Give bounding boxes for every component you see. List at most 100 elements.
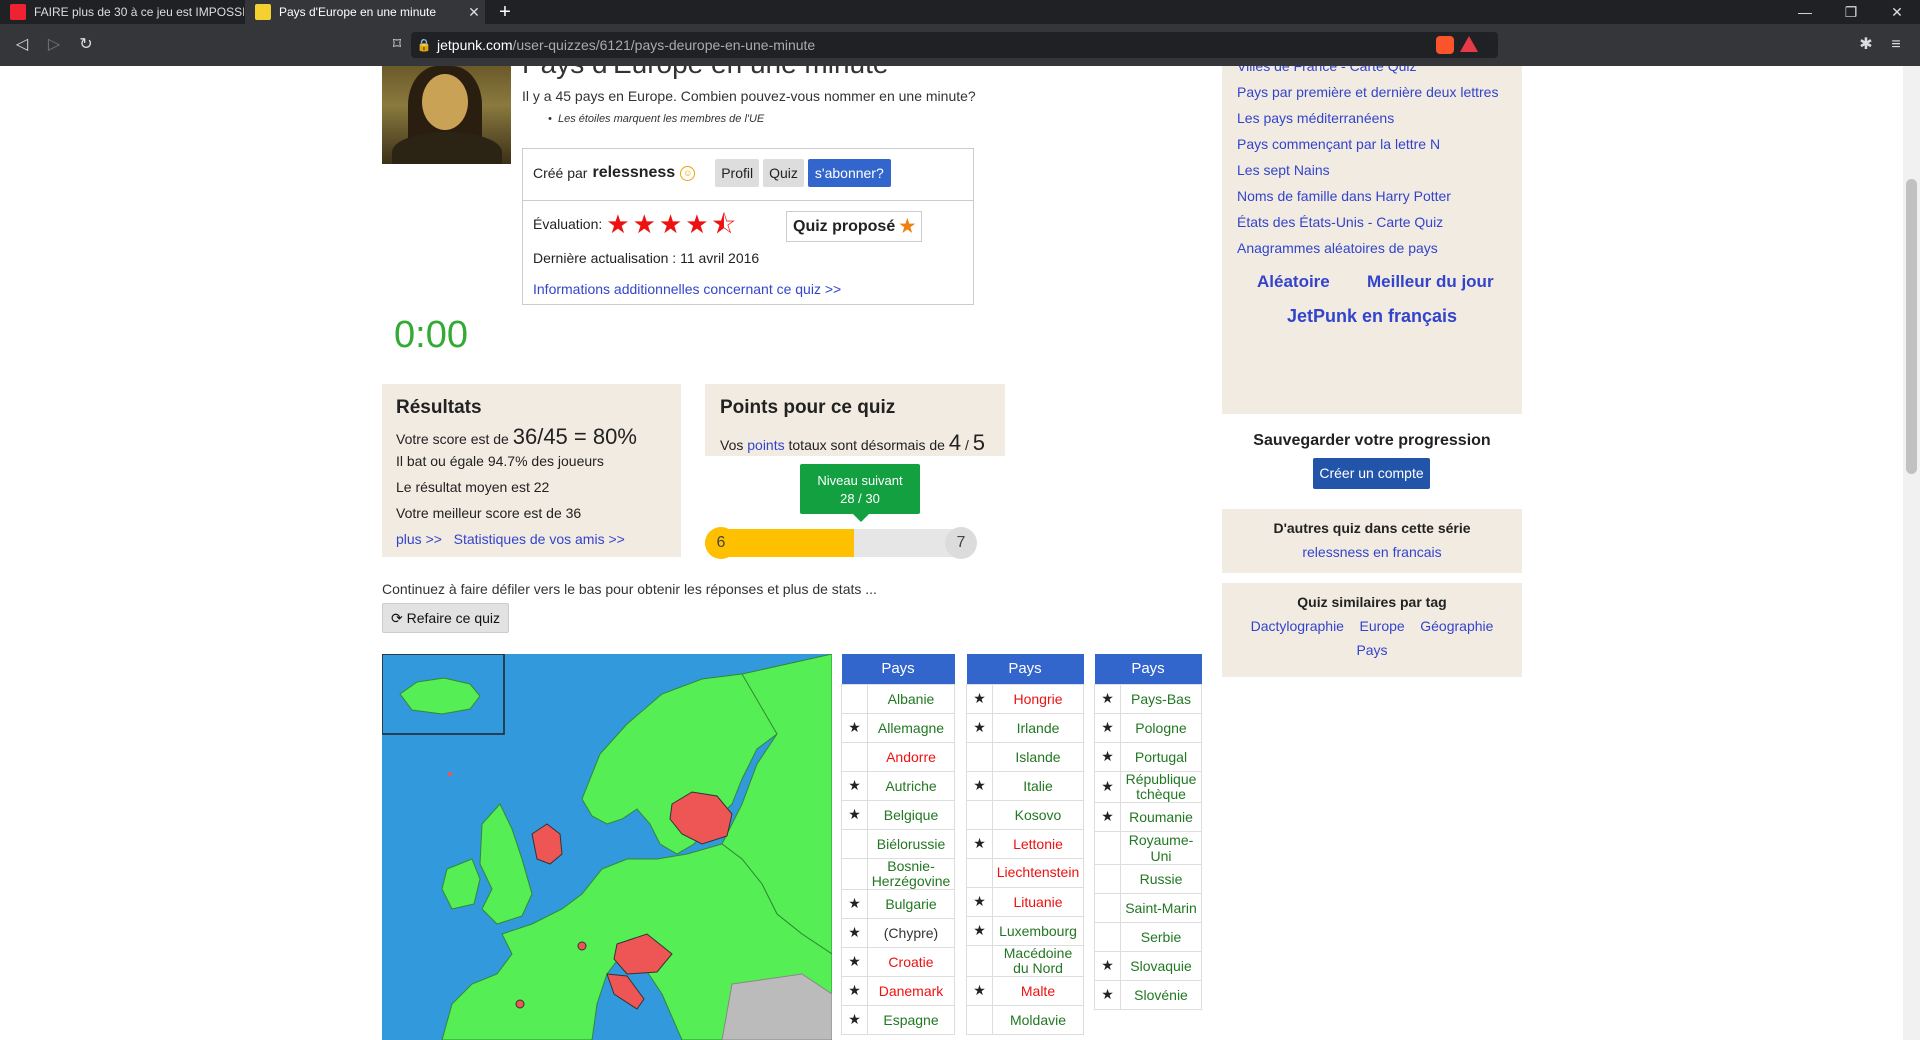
empty-cell	[1094, 863, 1121, 894]
address-bar[interactable]: 🔒 jetpunk.com /user-quizzes/6121/pays-de…	[411, 32, 1498, 58]
sidebar-link[interactable]: Les pays méditerranéens	[1237, 110, 1394, 126]
tag-link[interactable]: Europe	[1360, 618, 1405, 634]
empty-cell	[966, 799, 993, 830]
empty-cell	[841, 683, 868, 714]
table-row: ★ Portugal	[1094, 741, 1202, 772]
extensions-icon[interactable]: ✱	[1854, 33, 1878, 57]
star-icon[interactable]: ★	[659, 211, 682, 237]
eu-star-icon: ★	[841, 1004, 868, 1035]
sidebar-link[interactable]: Pays commençant par la lettre N	[1237, 136, 1440, 152]
close-tab-icon[interactable]: ✕	[463, 4, 485, 21]
empty-cell	[1094, 921, 1121, 952]
points-link[interactable]: points	[747, 437, 784, 453]
country-answer: Royaume-Uni	[1120, 830, 1202, 865]
jetpunk-favicon-icon	[255, 4, 271, 20]
points-value: 4	[948, 430, 962, 455]
country-answer: Irlande	[992, 712, 1084, 743]
table-row: ★ Belgique	[841, 799, 955, 830]
smiley-icon: ☺	[680, 165, 696, 181]
table-row: Royaume-Uni	[1094, 830, 1202, 865]
eu-star-icon: ★	[841, 770, 868, 801]
current-level: 6	[705, 527, 737, 559]
page-scrollbar[interactable]	[1903, 66, 1920, 1040]
score-line: Votre score est de 36/45 = 80%	[396, 424, 637, 449]
minimize-icon[interactable]: —	[1782, 0, 1828, 24]
table-row: ★ Pologne	[1094, 712, 1202, 743]
browser-tab-inactive[interactable]: FAIRE plus de 30 à ce jeu est IMPOSSIBLE	[0, 0, 244, 24]
sidebar-link[interactable]: Pays par première et dernière deux lettr…	[1237, 84, 1498, 100]
bookmark-icon[interactable]: ⌑	[385, 33, 409, 57]
series-panel: D'autres quiz dans cette série relessnes…	[1222, 509, 1522, 573]
sidebar-link[interactable]: États des États-Unis - Carte Quiz	[1237, 214, 1443, 230]
browser-tab-active[interactable]: Pays d'Europe en une minute ✕	[245, 0, 485, 24]
eu-star-icon: ★	[966, 975, 993, 1006]
reload-icon[interactable]: ↻	[74, 33, 98, 57]
more-info-link[interactable]: Informations additionnelles concernant c…	[533, 281, 841, 297]
country-answer: Malte	[992, 975, 1084, 1006]
close-window-icon[interactable]: ✕	[1874, 0, 1920, 24]
country-answer: Russie	[1120, 863, 1202, 894]
similar-tags-panel: Quiz similaires par tag Dactylographie E…	[1222, 583, 1522, 677]
series-link[interactable]: relessness en francais	[1222, 544, 1522, 560]
table-row: ★ Danemark	[841, 975, 955, 1006]
table-row: ★ République tchèque	[1094, 770, 1202, 803]
eu-star-icon: ★	[966, 712, 993, 743]
sidebar-link[interactable]: Villes de France - Carte Quiz	[1237, 66, 1416, 74]
eu-star-icon: ★	[966, 886, 993, 917]
table-header: Pays	[1094, 654, 1202, 684]
new-tab-icon[interactable]: +	[493, 0, 517, 24]
forward-icon[interactable]: ▷	[42, 33, 66, 57]
jetpunk-fr-link[interactable]: JetPunk en français	[1222, 306, 1522, 327]
author-name[interactable]: relessness	[592, 164, 675, 182]
back-icon[interactable]: ◁	[10, 33, 34, 57]
tag-link[interactable]: Pays	[1222, 642, 1522, 658]
friends-stats-link[interactable]: Statistiques de vos amis >>	[454, 531, 625, 547]
create-account-button[interactable]: Créer un compte	[1313, 458, 1430, 489]
save-progress-heading: Sauvegarder votre progression	[1253, 432, 1491, 449]
rating-stars[interactable]: ★ ★ ★ ★ ⯪	[606, 211, 739, 237]
country-answer: République tchèque	[1120, 770, 1202, 803]
country-answer: (Chypre)	[867, 917, 955, 948]
eu-star-icon: ★	[1094, 770, 1121, 803]
results-heading: Résultats	[396, 397, 482, 418]
empty-cell	[966, 944, 993, 977]
star-icon[interactable]: ★	[606, 211, 629, 237]
youtube-favicon-icon	[10, 4, 26, 20]
tag-link[interactable]: Dactylographie	[1251, 618, 1344, 634]
best-of-day-link[interactable]: Meilleur du jour	[1367, 272, 1494, 292]
empty-cell	[841, 828, 868, 859]
country-answer: Moldavie	[992, 1004, 1084, 1035]
brave-shield-icon[interactable]	[1436, 36, 1454, 54]
star-icon[interactable]: ★	[685, 211, 708, 237]
table-row: ★ Lettonie	[966, 828, 1084, 859]
quiz-button[interactable]: Quiz	[763, 159, 804, 187]
table-row: Serbie	[1094, 921, 1202, 952]
tag-link[interactable]: Géographie	[1420, 618, 1493, 634]
star-icon[interactable]: ★	[633, 211, 656, 237]
profile-button[interactable]: Profil	[715, 159, 760, 187]
eu-star-icon: ★	[966, 828, 993, 859]
sidebar-link[interactable]: Noms de famille dans Harry Potter	[1237, 188, 1451, 204]
sidebar-link[interactable]: Les sept Nains	[1237, 162, 1330, 178]
country-answer: Lettonie	[992, 828, 1084, 859]
table-row: ★ Malte	[966, 975, 1084, 1006]
subscribe-button[interactable]: s'abonner?	[807, 159, 891, 187]
brave-rewards-icon[interactable]	[1460, 36, 1478, 52]
more-stats-link[interactable]: plus >>	[396, 531, 442, 547]
table-row: ★ Hongrie	[966, 683, 1084, 714]
sidebar-link[interactable]: Anagrammes aléatoires de pays	[1237, 240, 1438, 256]
table-row: ★ Autriche	[841, 770, 955, 801]
country-answer: Autriche	[867, 770, 955, 801]
next-level-value: 28 / 30	[840, 491, 880, 506]
retry-quiz-button[interactable]: ⟳ Refaire ce quiz	[382, 603, 510, 633]
liechtenstein-shape	[577, 941, 587, 951]
europe-map	[382, 654, 832, 1040]
url-path: /user-quizzes/6121/pays-deurope-en-une-m…	[512, 37, 816, 53]
random-link[interactable]: Aléatoire	[1257, 272, 1330, 292]
half-star-icon[interactable]: ⯪	[712, 211, 737, 237]
scrollbar-thumb[interactable]	[1906, 179, 1917, 474]
country-answer: Saint-Marin	[1120, 892, 1202, 923]
eu-star-icon: ★	[966, 915, 993, 946]
menu-icon[interactable]: ≡	[1884, 33, 1908, 57]
restore-icon[interactable]: ❐	[1828, 0, 1874, 24]
